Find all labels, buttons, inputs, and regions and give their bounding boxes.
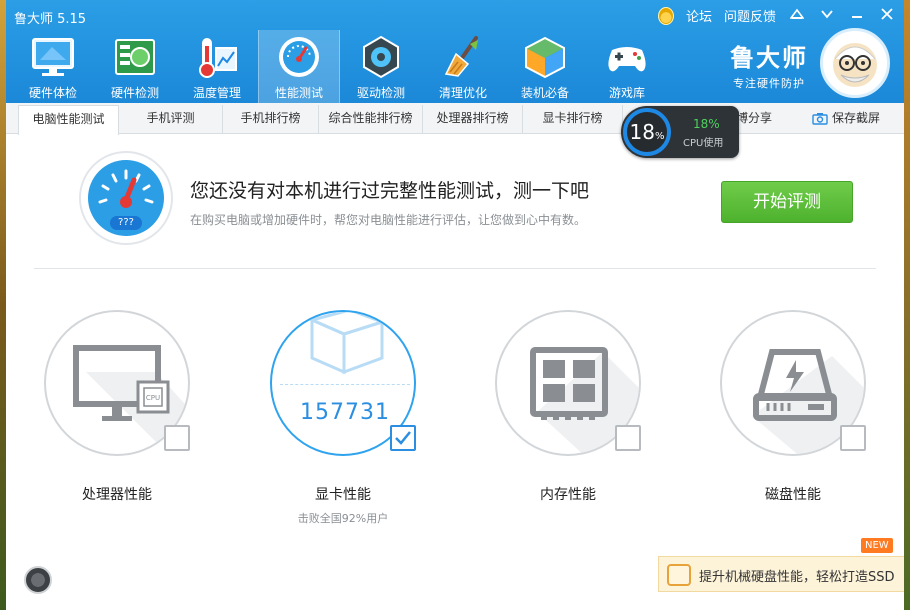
speedometer-icon bbox=[279, 37, 319, 77]
nav-item-games[interactable]: 游戏库 bbox=[586, 30, 668, 103]
nav-label: 硬件检测 bbox=[110, 86, 159, 100]
cpu-usage-ring: 18% bbox=[623, 108, 671, 156]
nav-label: 驱动检测 bbox=[356, 86, 405, 100]
cpu-performance-label: 处理器性能 bbox=[82, 487, 152, 503]
medal-icon[interactable] bbox=[657, 6, 674, 25]
svg-text:CPU: CPU bbox=[146, 394, 160, 402]
menu-icon[interactable] bbox=[818, 8, 836, 23]
mascot-avatar[interactable] bbox=[820, 28, 890, 98]
title-bar: 鲁大师 5.15 论坛 问题反馈 硬件体检 硬件检测 温度管理 性能测试 驱动检… bbox=[6, 0, 904, 103]
tab-cpu-ranking[interactable]: 处理器排行榜 bbox=[423, 105, 523, 134]
nav-item-temperature[interactable]: 温度管理 bbox=[176, 30, 258, 103]
minimize-icon[interactable] bbox=[848, 8, 866, 23]
brand-name: 鲁大师 bbox=[730, 44, 808, 72]
gpu-test-checkbox[interactable] bbox=[390, 425, 416, 451]
tab-phone-review[interactable]: 手机评测 bbox=[119, 105, 223, 134]
main-nav: 硬件体检 硬件检测 温度管理 性能测试 驱动检测 清理优化 装机必备 游戏库 bbox=[12, 30, 668, 103]
app-title: 鲁大师 5.15 bbox=[14, 12, 87, 27]
hero-subtitle: 在购买电脑或增加硬件时，帮您对电脑性能进行评估，让您做到心中有数。 bbox=[190, 213, 587, 227]
checkmark-icon bbox=[395, 431, 411, 445]
disk-test-checkbox[interactable] bbox=[840, 425, 866, 451]
start-test-button[interactable]: 开始评测 bbox=[721, 181, 853, 223]
app-window: 鲁大师 5.15 论坛 问题反馈 硬件体检 硬件检测 温度管理 性能测试 驱动检… bbox=[6, 0, 904, 610]
circuit-board-icon bbox=[115, 39, 155, 75]
gauge-unknown-score: ??? bbox=[118, 217, 134, 228]
nav-item-driver[interactable]: 驱动检测 bbox=[340, 30, 422, 103]
cpu-usage-percent: 18% bbox=[693, 117, 720, 131]
disk-upgrade-icon bbox=[667, 564, 691, 586]
memory-performance-label: 内存性能 bbox=[540, 487, 596, 503]
broom-icon bbox=[444, 36, 478, 77]
tab-overall-ranking[interactable]: 综合性能排行榜 bbox=[319, 105, 423, 134]
tab-phone-ranking[interactable]: 手机排行榜 bbox=[223, 105, 319, 134]
feedback-link[interactable]: 问题反馈 bbox=[724, 6, 776, 25]
ssd-promo-text: 提升机械硬盘性能，轻松打造SSD bbox=[699, 570, 895, 585]
monitor-check-icon bbox=[32, 38, 74, 76]
hero-title: 您还没有对本机进行过完整性能测试，测一下吧 bbox=[190, 180, 590, 202]
disk-performance-label: 磁盘性能 bbox=[765, 487, 821, 503]
gpu-score: 157731 bbox=[300, 400, 390, 425]
nav-item-essentials[interactable]: 装机必备 bbox=[504, 30, 586, 103]
cpu-test-checkbox[interactable] bbox=[164, 425, 190, 451]
score-divider-line bbox=[280, 384, 410, 385]
nav-item-hardware-checkup[interactable]: 硬件体检 bbox=[12, 30, 94, 103]
performance-gauge-icon: ??? bbox=[78, 150, 174, 246]
ssd-promo-banner[interactable]: 提升机械硬盘性能，轻松打造SSD bbox=[658, 556, 904, 592]
nav-label: 性能测试 bbox=[274, 86, 323, 100]
gpu-rank-text: 击败全国92%用户 bbox=[297, 512, 389, 525]
cpu-ring-unit: % bbox=[654, 131, 665, 142]
nav-label: 游戏库 bbox=[608, 86, 645, 100]
thermometer-icon bbox=[199, 38, 237, 78]
cpu-ring-value: 18 bbox=[629, 120, 655, 144]
close-icon[interactable] bbox=[878, 7, 896, 24]
cpu-usage-label: CPU使用 bbox=[683, 138, 724, 149]
nav-label: 清理优化 bbox=[438, 86, 487, 100]
window-controls: 论坛 问题反馈 bbox=[657, 6, 896, 25]
nav-item-hardware-detect[interactable]: 硬件检测 bbox=[94, 30, 176, 103]
memory-test-checkbox[interactable] bbox=[615, 425, 641, 451]
cpu-usage-widget[interactable]: 18% 18% CPU使用 bbox=[621, 106, 739, 158]
brand-slogan: 专注硬件防护 bbox=[733, 77, 805, 90]
tab-pc-performance[interactable]: 电脑性能测试 bbox=[18, 105, 119, 135]
new-badge: NEW bbox=[861, 538, 893, 553]
nav-item-cleanup[interactable]: 清理优化 bbox=[422, 30, 504, 103]
nav-label: 硬件体检 bbox=[28, 86, 77, 100]
camera-icon bbox=[812, 113, 828, 125]
tab-gpu-ranking[interactable]: 显卡排行榜 bbox=[523, 105, 623, 134]
nav-label: 装机必备 bbox=[520, 86, 569, 100]
cube-box-icon bbox=[525, 36, 565, 79]
skin-icon[interactable] bbox=[788, 8, 806, 24]
forum-link[interactable]: 论坛 bbox=[686, 6, 712, 25]
nav-item-performance[interactable]: 性能测试 bbox=[258, 30, 340, 103]
gear-chip-icon bbox=[363, 35, 399, 79]
settings-icon[interactable] bbox=[24, 566, 52, 594]
save-screenshot-button[interactable]: 保存截屏 bbox=[812, 103, 880, 134]
tab-bar: 电脑性能测试 手机评测 手机排行榜 综合性能排行榜 处理器排行榜 显卡排行榜 微… bbox=[6, 103, 904, 135]
nav-label: 温度管理 bbox=[192, 86, 241, 100]
mascot-face-icon bbox=[833, 43, 877, 87]
section-divider bbox=[34, 268, 876, 269]
gpu-performance-label: 显卡性能 bbox=[315, 487, 371, 503]
brand-block: 鲁大师 专注硬件防护 bbox=[730, 38, 808, 91]
gamepad-icon bbox=[608, 47, 646, 72]
save-screenshot-label: 保存截屏 bbox=[832, 111, 881, 125]
